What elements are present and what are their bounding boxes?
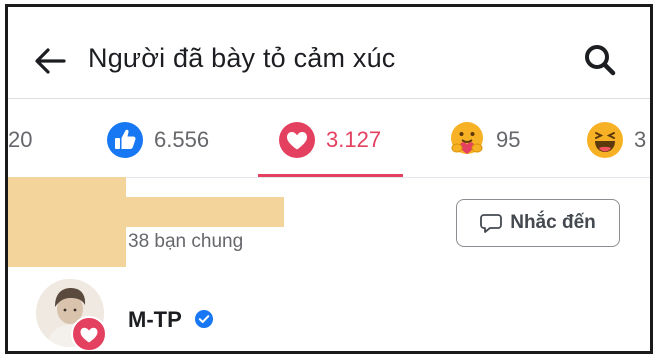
mention-label: Nhắc đến: [510, 212, 596, 233]
tab-all[interactable]: 20: [8, 103, 32, 177]
haha-reaction-icon: [587, 122, 623, 158]
tab-like[interactable]: 6.556: [106, 103, 209, 177]
tab-count: 3: [634, 127, 647, 152]
tab-count: 20: [8, 127, 33, 152]
tab-care[interactable]: 95: [448, 103, 520, 177]
tab-count: 3.127: [326, 127, 382, 152]
user-name[interactable]: M-TP: [128, 307, 182, 333]
reaction-tabs: 20 6.556 3.127 95 3: [8, 103, 650, 177]
tab-love[interactable]: 3.127: [278, 103, 381, 177]
tab-count: 95: [496, 127, 521, 152]
care-reaction-icon: [451, 122, 483, 154]
search-button[interactable]: [580, 40, 620, 80]
love-reaction-icon: [279, 122, 315, 158]
redacted-avatar: [8, 177, 126, 267]
search-icon: [585, 45, 616, 76]
page-title: Người đã bày tỏ cảm xúc: [88, 43, 396, 73]
redacted-name: [126, 197, 284, 227]
chat-bubble-icon: [480, 214, 503, 233]
like-reaction-icon: [107, 122, 143, 158]
tab-haha[interactable]: 3: [586, 103, 646, 177]
verified-badge-icon: [195, 310, 213, 328]
love-reaction-icon: [71, 316, 107, 351]
tab-count: 6.556: [154, 127, 210, 152]
mention-button[interactable]: Nhắc đến: [456, 199, 620, 247]
header: Người đã bày tỏ cảm xúc: [8, 7, 650, 99]
header-divider: [8, 98, 650, 99]
app-screen: Người đã bày tỏ cảm xúc 20 6.556 3.127 9…: [5, 4, 653, 354]
mutual-friends-count: 38 bạn chung: [128, 231, 244, 252]
back-arrow-icon: [35, 48, 66, 74]
back-button[interactable]: [30, 41, 70, 81]
